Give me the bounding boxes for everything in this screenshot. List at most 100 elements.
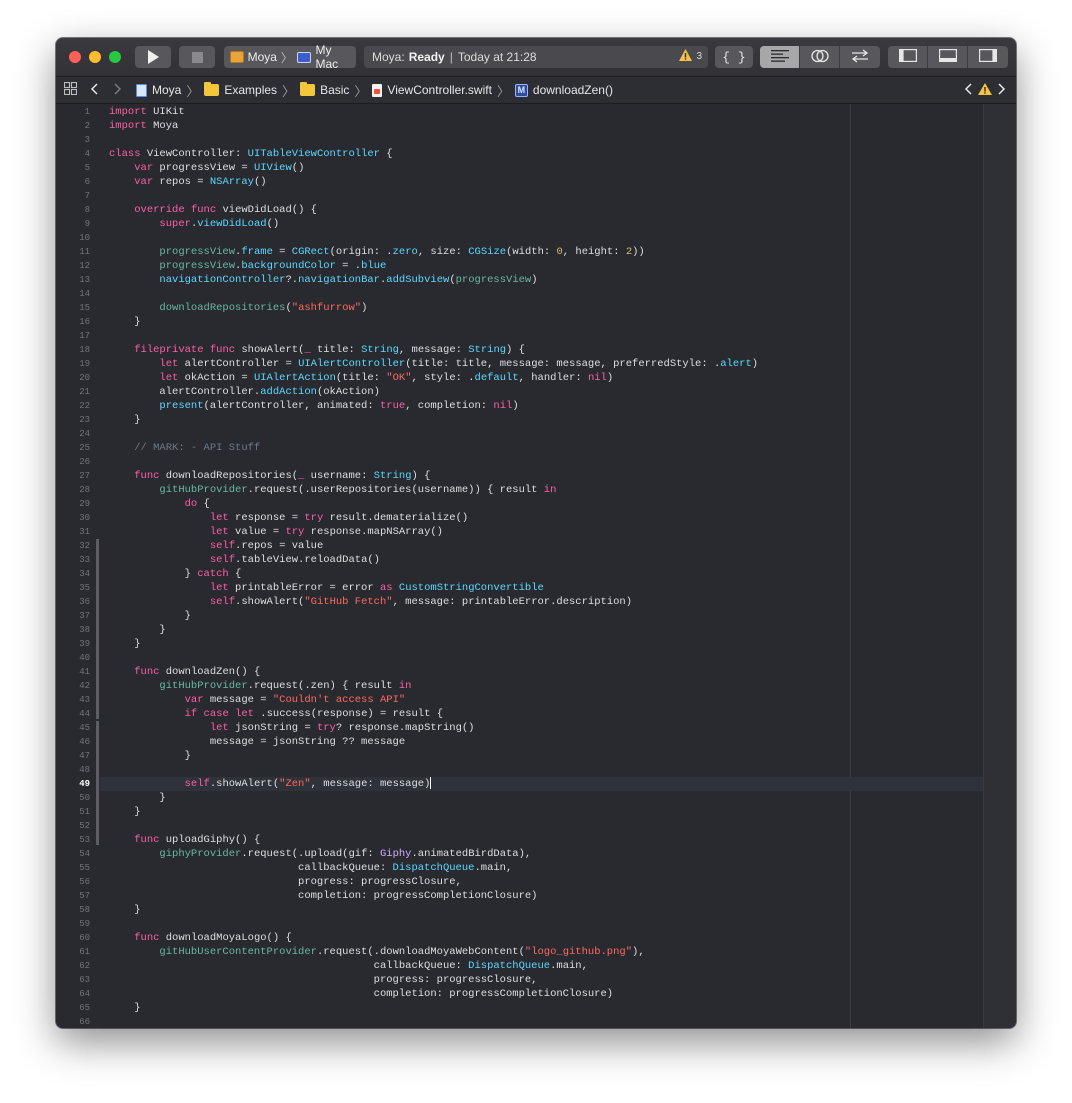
minimap[interactable] bbox=[983, 104, 1016, 1028]
previous-issue-button[interactable] bbox=[964, 82, 972, 98]
code-line[interactable]: 1 import UIKit bbox=[56, 105, 983, 119]
code-line[interactable]: 45 let jsonString = try? response.mapStr… bbox=[56, 721, 983, 735]
code-line[interactable]: 7 bbox=[56, 189, 983, 203]
code-line[interactable]: 59 bbox=[56, 917, 983, 931]
zoom-window-button[interactable] bbox=[109, 51, 121, 63]
code-line[interactable]: 18 fileprivate func showAlert(_ title: S… bbox=[56, 343, 983, 357]
code-line[interactable]: 5 var progressView = UIView() bbox=[56, 161, 983, 175]
stop-button[interactable] bbox=[179, 46, 215, 68]
code-token: downloadMoyaLogo() { bbox=[159, 932, 292, 944]
forward-button[interactable] bbox=[114, 77, 122, 103]
code-line[interactable]: 65 } bbox=[56, 1001, 983, 1015]
code-line[interactable]: 49 self.showAlert("Zen", message: messag… bbox=[56, 777, 983, 791]
code-line[interactable]: 6 var repos = NSArray() bbox=[56, 175, 983, 189]
code-line[interactable]: 30 let response = try result.demateriali… bbox=[56, 511, 983, 525]
close-window-button[interactable] bbox=[69, 51, 81, 63]
code-line[interactable]: 27 func downloadRepositories(_ username:… bbox=[56, 469, 983, 483]
scheme-selector[interactable]: Moya 〉 My Mac bbox=[224, 43, 356, 71]
code-line[interactable]: 22 present(alertController, animated: tr… bbox=[56, 399, 983, 413]
next-issue-button[interactable] bbox=[998, 82, 1006, 98]
code-line[interactable]: 2 import Moya bbox=[56, 119, 983, 133]
line-number: 24 bbox=[79, 429, 90, 439]
code-line[interactable]: 20 let okAction = UIAlertAction(title: "… bbox=[56, 371, 983, 385]
code-line[interactable]: 34 } catch { bbox=[56, 567, 983, 581]
code-line[interactable]: 51 } bbox=[56, 805, 983, 819]
code-token: } bbox=[109, 316, 141, 328]
code-line[interactable]: 11 progressView.frame = CGRect(origin: .… bbox=[56, 245, 983, 259]
code-line[interactable]: 50 } bbox=[56, 791, 983, 805]
source-editor[interactable]: 1 import UIKit 2 import Moya 3 4 class ViewCon… bbox=[56, 104, 1016, 1028]
code-line[interactable]: 21 alertController.addAction(okAction) bbox=[56, 385, 983, 399]
code-line[interactable]: 48 bbox=[56, 763, 983, 777]
code-line[interactable]: 28 gitHubProvider.request(.userRepositor… bbox=[56, 483, 983, 497]
code-line[interactable]: 12 progressView.backgroundColor = .blue bbox=[56, 259, 983, 273]
warnings-indicator[interactable]: 3 bbox=[679, 49, 702, 64]
code-line[interactable]: 47 } bbox=[56, 749, 983, 763]
crumb-file[interactable]: ViewController.swift bbox=[372, 83, 492, 97]
code-line[interactable]: 29 do { bbox=[56, 497, 983, 511]
code-line[interactable]: 31 let value = try response.mapNSArray() bbox=[56, 525, 983, 539]
code-line[interactable]: 26 bbox=[56, 455, 983, 469]
code-line[interactable]: 17 bbox=[56, 329, 983, 343]
code-line[interactable]: 32 self.repos = value bbox=[56, 539, 983, 553]
code-line[interactable]: 52 bbox=[56, 819, 983, 833]
code-line[interactable]: 8 override func viewDidLoad() { bbox=[56, 203, 983, 217]
crumb-examples[interactable]: Examples bbox=[204, 82, 277, 97]
run-button[interactable] bbox=[135, 46, 171, 68]
code-line[interactable]: 57 completion: progressCompletionClosure… bbox=[56, 889, 983, 903]
code-line[interactable]: 41 func downloadZen() { bbox=[56, 665, 983, 679]
code-line[interactable]: 36 self.showAlert("GitHub Fetch", messag… bbox=[56, 595, 983, 609]
minimize-window-button[interactable] bbox=[89, 51, 101, 63]
line-number: 1 bbox=[84, 107, 90, 117]
inspector-toggle-button[interactable] bbox=[968, 46, 1008, 68]
code-line[interactable]: 60 func downloadMoyaLogo() { bbox=[56, 931, 983, 945]
version-editor-button[interactable] bbox=[840, 46, 880, 68]
code-line[interactable]: 54 giphyProvider.request(.upload(gif: Gi… bbox=[56, 847, 983, 861]
code-line[interactable]: 43 var message = "Couldn't access API" bbox=[56, 693, 983, 707]
code-line[interactable]: 62 callbackQueue: DispatchQueue.main, bbox=[56, 959, 983, 973]
code-line[interactable]: 10 bbox=[56, 231, 983, 245]
code-line[interactable]: 23 } bbox=[56, 413, 983, 427]
code-line[interactable]: 38 } bbox=[56, 623, 983, 637]
related-items-button[interactable] bbox=[63, 77, 78, 103]
code-line[interactable]: 46 message = jsonString ?? message bbox=[56, 735, 983, 749]
line-number: 54 bbox=[79, 849, 90, 859]
standard-editor-button[interactable] bbox=[760, 46, 800, 68]
code-line[interactable]: 25 // MARK: - API Stuff bbox=[56, 441, 983, 455]
code-line[interactable]: 39 } bbox=[56, 637, 983, 651]
code-line[interactable]: 19 let alertController = UIAlertControll… bbox=[56, 357, 983, 371]
code-line[interactable]: 61 gitHubUserContentProvider.request(.do… bbox=[56, 945, 983, 959]
code-line[interactable]: 37 } bbox=[56, 609, 983, 623]
back-button[interactable] bbox=[90, 77, 98, 103]
code-line[interactable]: 35 let printableError = error as CustomS… bbox=[56, 581, 983, 595]
code-line[interactable]: 40 bbox=[56, 651, 983, 665]
code-line[interactable]: 58 } bbox=[56, 903, 983, 917]
code-line[interactable]: 24 bbox=[56, 427, 983, 441]
code-line[interactable]: 66 bbox=[56, 1015, 983, 1028]
navigator-toggle-button[interactable] bbox=[888, 46, 928, 68]
code-line[interactable]: 33 self.tableView.reloadData() bbox=[56, 553, 983, 567]
code-line[interactable]: 15 downloadRepositories("ashfurrow") bbox=[56, 301, 983, 315]
code-line[interactable]: 4 class ViewController: UITableViewContro… bbox=[56, 147, 983, 161]
code-line[interactable]: 63 progress: progressClosure, bbox=[56, 973, 983, 987]
code-line[interactable]: 14 bbox=[56, 287, 983, 301]
code-line[interactable]: 64 completion: progressCompletionClosure… bbox=[56, 987, 983, 1001]
warning-icon[interactable] bbox=[978, 82, 992, 98]
destination-name[interactable]: My Mac bbox=[315, 43, 356, 71]
library-button[interactable]: { } bbox=[715, 46, 753, 68]
code-line[interactable]: 13 navigationController?.navigationBar.a… bbox=[56, 273, 983, 287]
code-line[interactable]: 3 bbox=[56, 133, 983, 147]
code-line[interactable]: 53 func uploadGiphy() { bbox=[56, 833, 983, 847]
scheme-name[interactable]: Moya bbox=[248, 50, 277, 64]
code-line[interactable]: 16 } bbox=[56, 315, 983, 329]
code-line[interactable]: 56 progress: progressClosure, bbox=[56, 875, 983, 889]
assistant-editor-button[interactable] bbox=[800, 46, 840, 68]
crumb-project[interactable]: Moya bbox=[136, 83, 181, 97]
code-line[interactable]: 42 gitHubProvider.request(.zen) { result… bbox=[56, 679, 983, 693]
debug-area-toggle-button[interactable] bbox=[928, 46, 968, 68]
crumb-method[interactable]: M downloadZen() bbox=[514, 83, 613, 97]
code-line[interactable]: 44 if case let .success(response) = resu… bbox=[56, 707, 983, 721]
crumb-basic[interactable]: Basic bbox=[300, 82, 349, 97]
code-line[interactable]: 9 super.viewDidLoad() bbox=[56, 217, 983, 231]
code-line[interactable]: 55 callbackQueue: DispatchQueue.main, bbox=[56, 861, 983, 875]
